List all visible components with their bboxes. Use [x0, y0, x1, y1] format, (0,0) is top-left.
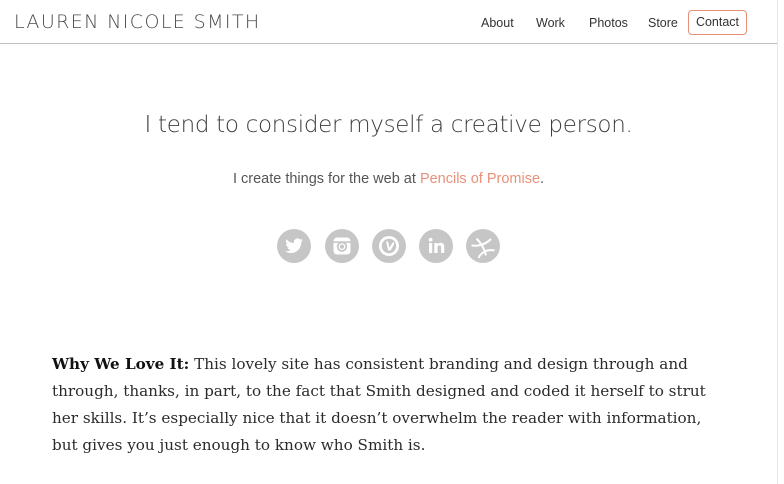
nav-photos-link[interactable]: Photos — [589, 16, 628, 30]
social-links — [277, 229, 503, 265]
twitter-icon[interactable] — [277, 229, 311, 263]
nav-work-link[interactable]: Work — [536, 16, 565, 30]
instagram-icon[interactable] — [325, 229, 359, 263]
nav-about-link[interactable]: About — [481, 16, 514, 30]
nav-store-link[interactable]: Store — [648, 16, 678, 30]
hero-subtitle-suffix: . — [540, 171, 545, 187]
page: LAUREN NICOLE SMITH About Work Photos St… — [0, 0, 777, 484]
linkedin-icon[interactable] — [419, 229, 453, 263]
review-line-2: through, thanks, in part, to the fact th… — [52, 382, 706, 400]
review-line-4: but gives you just enough to know who Sm… — [52, 436, 426, 454]
vine-icon[interactable] — [372, 229, 406, 263]
review-line-1-text: This lovely site has consistent branding… — [189, 355, 688, 373]
review-paragraph: Why We Love It: This lovely site has con… — [52, 351, 706, 459]
review-line-1: Why We Love It: This lovely site has con… — [52, 351, 702, 378]
pencils-of-promise-link[interactable]: Pencils of Promise — [420, 171, 540, 187]
dribbble-icon[interactable] — [466, 229, 500, 263]
review-line-3: her skills. It’s especially nice that it… — [52, 409, 702, 427]
main-nav: About Work Photos Store Contact — [0, 10, 777, 36]
hero-title: I tend to consider myself a creative per… — [144, 112, 633, 138]
nav-contact-button[interactable]: Contact — [688, 10, 747, 35]
review-lead: Why We Love It: — [52, 355, 190, 373]
scrollbar-gutter[interactable] — [777, 0, 784, 484]
hero-subtitle: I create things for the web at Pencils o… — [0, 171, 777, 187]
hero-subtitle-prefix: I create things for the web at — [232, 171, 420, 187]
site-header: LAUREN NICOLE SMITH About Work Photos St… — [0, 0, 777, 44]
